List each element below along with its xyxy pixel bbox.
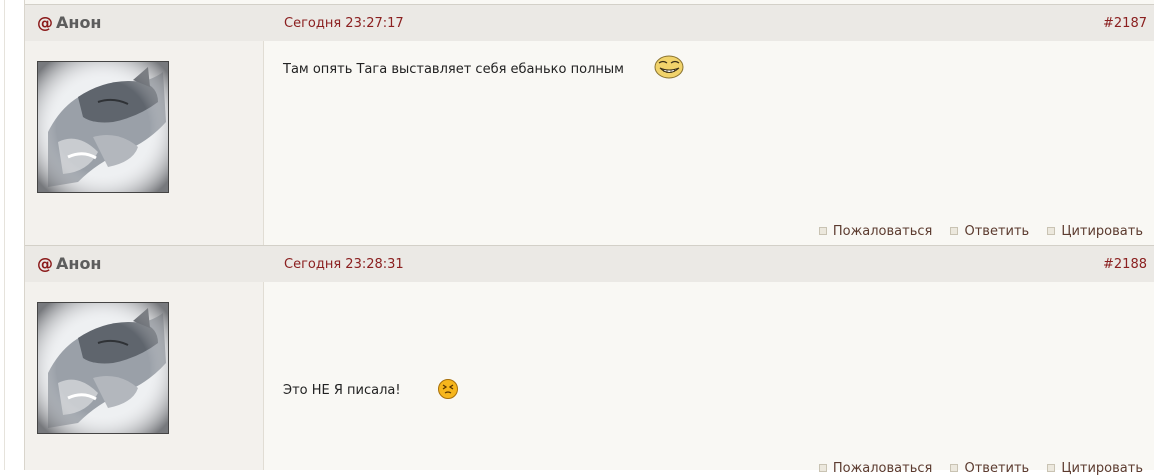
author-name[interactable]: Анон <box>56 13 101 32</box>
mention-icon[interactable]: @ <box>37 254 53 273</box>
bullet-icon <box>1047 226 1056 235</box>
bullet-icon <box>818 463 827 472</box>
post-sidebar <box>25 282 264 470</box>
post-message: Там опять Тага выставляет себя ебанько п… <box>283 62 624 77</box>
page-left-border <box>4 0 5 470</box>
post-content: Там опять Тага выставляет себя ебанько п… <box>264 41 1154 245</box>
bullet-icon <box>950 463 959 472</box>
thread-frame: @ Анон Сегодня 23:27:17 #2187 Там опять … <box>24 0 1154 476</box>
troll-face-icon <box>654 55 684 79</box>
post-header: @ Анон Сегодня 23:28:31 #2188 <box>25 245 1154 283</box>
post-content: Это НЕ Я писала! Пожаловаться Ответить Ц… <box>264 282 1154 476</box>
post: @ Анон Сегодня 23:27:17 #2187 Там опять … <box>25 4 1154 245</box>
bullet-icon <box>950 226 959 235</box>
bullet-icon <box>1047 463 1056 472</box>
mention-icon[interactable]: @ <box>37 13 53 32</box>
reply-button[interactable]: Ответить <box>950 461 1029 476</box>
author-name[interactable]: Анон <box>56 254 101 273</box>
post-author[interactable]: @ Анон <box>37 254 101 273</box>
avatar <box>37 61 169 193</box>
avatar <box>37 302 169 434</box>
report-button[interactable]: Пожаловаться <box>818 461 932 476</box>
bullet-icon <box>818 226 827 235</box>
post-message: Это НЕ Я писала! <box>283 383 401 398</box>
quote-button[interactable]: Цитировать <box>1047 461 1143 476</box>
post-actions: Пожаловаться Ответить Цитировать <box>805 224 1143 239</box>
post-number-link[interactable]: #2187 <box>1103 16 1147 31</box>
post: @ Анон Сегодня 23:28:31 #2188 Это НЕ Я п… <box>25 245 1154 476</box>
angry-smiley-icon <box>438 379 458 399</box>
reply-button[interactable]: Ответить <box>950 224 1029 239</box>
report-button[interactable]: Пожаловаться <box>818 224 932 239</box>
post-date: Сегодня 23:27:17 <box>284 16 404 31</box>
post-number-link[interactable]: #2188 <box>1103 257 1147 272</box>
post-sidebar <box>25 41 264 245</box>
post-date: Сегодня 23:28:31 <box>284 257 404 272</box>
post-header: @ Анон Сегодня 23:27:17 #2187 <box>25 4 1154 42</box>
post-author[interactable]: @ Анон <box>37 13 101 32</box>
post-actions: Пожаловаться Ответить Цитировать <box>805 461 1143 476</box>
quote-button[interactable]: Цитировать <box>1047 224 1143 239</box>
